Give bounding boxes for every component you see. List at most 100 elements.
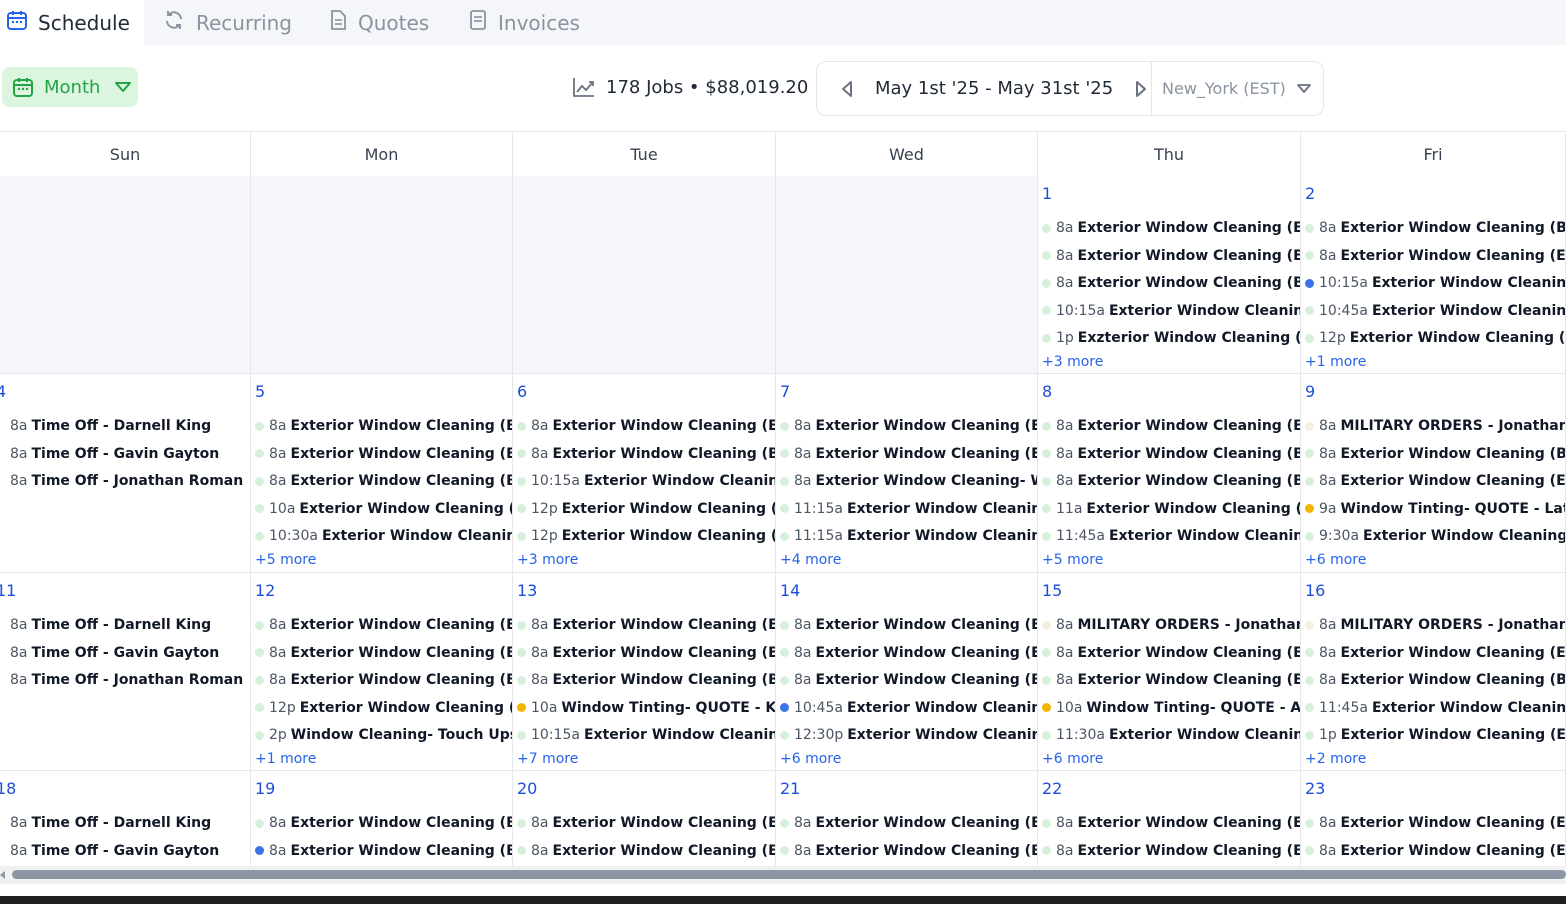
calendar-event[interactable]: 8aExterior Window Cleaning (ELITE: [1305, 471, 1565, 491]
more-events-link[interactable]: +1 more: [255, 751, 316, 767]
day-number[interactable]: 2: [1305, 184, 1315, 203]
calendar-event[interactable]: 10aWindow Tinting- QUOTE - Kelly: [517, 698, 775, 718]
timezone-select[interactable]: New_York (EST): [1151, 62, 1323, 115]
scrollbar-thumb[interactable]: [12, 870, 1566, 879]
calendar-event[interactable]: 8a MILITARY ORDERS - Jonathan: [1305, 416, 1565, 436]
calendar-event[interactable]: 8aExterior Window Cleaning (ELITE: [1305, 813, 1565, 833]
calendar-event[interactable]: 8a MILITARY ORDERS - Jonathan: [1042, 615, 1300, 635]
day-cell[interactable]: 5 8aExterior Window Cleaning (ELITE 8aExte…: [251, 374, 513, 573]
more-events-link[interactable]: +6 more: [780, 751, 841, 767]
calendar-event[interactable]: 8aExterior Window Cleaning (ELITE: [255, 643, 512, 663]
calendar-event[interactable]: 10:15aExterior Window Cleaning (: [1305, 273, 1565, 293]
calendar-event[interactable]: 1pExterior Window Cleaning (ELITE: [1305, 725, 1565, 745]
calendar-event[interactable]: 8aExterior Window Cleaning (ELITE: [1042, 416, 1300, 436]
day-number[interactable]: 19: [255, 779, 275, 798]
calendar-event[interactable]: 9:30a Exterior Window Cleaning (I: [1305, 526, 1565, 546]
calendar-event[interactable]: 8aExterior Window Cleaning (ELITE: [517, 615, 775, 635]
day-cell[interactable]: 28aExterior Window Cleaning (BASIC8aExte…: [1301, 176, 1566, 374]
calendar-event[interactable]: 8aExterior Window Cleaning (ELITE: [1042, 643, 1300, 663]
calendar-event[interactable]: 10:15aExterior Window Cleaning (: [517, 725, 775, 745]
day-cell[interactable]: 16 8a MILITARY ORDERS - Jonathan 8a Exterior…: [1301, 573, 1566, 771]
calendar-event[interactable]: 8aExterior Window Cleaning (BASIC: [255, 471, 512, 491]
calendar-event[interactable]: 12pExterior Window Cleaning (ELITE: [517, 526, 775, 546]
calendar-event[interactable]: 8aExterior Window Cleaning (ELITE: [255, 444, 512, 464]
calendar-event[interactable]: 8a Time Off - Gavin Gayton: [10, 841, 250, 861]
calendar-event[interactable]: 8aExterior Window Cleaning (ELITE: [517, 813, 775, 833]
day-number[interactable]: 4: [0, 382, 6, 401]
day-cell[interactable]: 228aExterior Window Cleaning (ELITE8aExt…: [1038, 771, 1301, 867]
calendar-event[interactable]: 8a Time Off - Gavin Gayton: [10, 444, 250, 464]
calendar-event[interactable]: 8aExterior Window Cleaning (ELITE: [780, 643, 1037, 663]
day-cell[interactable]: 23 8aExterior Window Cleaning (ELITE 8aExt…: [1301, 771, 1566, 867]
day-number[interactable]: 15: [1042, 581, 1062, 600]
tab-recurring[interactable]: Recurring: [162, 0, 292, 45]
calendar-event[interactable]: 8a MILITARY ORDERS - Jonathan: [1305, 615, 1565, 635]
calendar-event[interactable]: 8a Time Off - Gavin Gayton: [10, 643, 250, 663]
day-cell[interactable]: 11 8aTime Off - Darnell King 8aTime Off - …: [0, 573, 251, 771]
calendar-event[interactable]: 8aExterior Window Cleaning (BASIC: [1305, 444, 1565, 464]
calendar-event[interactable]: 10:30aExterior Window Cleaning (: [255, 526, 512, 546]
day-cell[interactable]: 218aExterior Window Cleaning (ELITE8aExt…: [776, 771, 1038, 867]
more-events-link[interactable]: +7 more: [517, 751, 578, 767]
calendar-event[interactable]: 8aExterior Window Cleaning (ELITE: [517, 416, 775, 436]
calendar-event[interactable]: 8a Time Off - Darnell King: [10, 416, 250, 436]
calendar-event[interactable]: 11aExterior Window Cleaning (BASIC: [1042, 499, 1300, 519]
calendar-event[interactable]: 11:15aExterior Window Cleaning (I: [780, 526, 1037, 546]
day-number[interactable]: 18: [0, 779, 16, 798]
calendar-event[interactable]: 8aExterior Window Cleaning (ELITE: [780, 416, 1037, 436]
calendar-event[interactable]: 12:30pExterior Window Cleaning (: [780, 725, 1037, 745]
day-cell[interactable]: 198aExterior Window Cleaning (ELITE8aExt…: [251, 771, 513, 867]
calendar-event[interactable]: 8a Time Off - Darnell King: [10, 615, 250, 635]
more-events-link[interactable]: +2 more: [1305, 751, 1366, 767]
day-number[interactable]: 12: [255, 581, 275, 600]
calendar-event[interactable]: 8aExterior Window Cleaning (ELITE: [255, 813, 512, 833]
day-number[interactable]: 14: [780, 581, 800, 600]
calendar-event[interactable]: 8aExterior Window Cleaning (ELITE: [1305, 643, 1565, 663]
calendar-event[interactable]: 8aExterior Window Cleaning (ELITE: [1305, 841, 1565, 861]
calendar-event[interactable]: 8aExterior Window Cleaning (ELITE: [517, 643, 775, 663]
horizontal-scrollbar[interactable]: [0, 866, 1566, 884]
day-number[interactable]: 21: [780, 779, 800, 798]
day-cell[interactable]: 9 8a MILITARY ORDERS - Jonathan 8a Exterior …: [1301, 374, 1566, 573]
view-mode-dropdown[interactable]: Month: [2, 67, 138, 107]
day-number[interactable]: 22: [1042, 779, 1062, 798]
day-cell[interactable]: 7 8aExterior Window Cleaning (ELITE 8aExte…: [776, 374, 1038, 573]
calendar-event[interactable]: 8a Time Off - Darnell King: [10, 813, 250, 833]
day-number[interactable]: 9: [1305, 382, 1315, 401]
calendar-event[interactable]: 8aExterior Window Cleaning (ELITE: [780, 444, 1037, 464]
day-number[interactable]: 23: [1305, 779, 1325, 798]
day-number[interactable]: 20: [517, 779, 537, 798]
day-cell[interactable]: 208aExterior Window Cleaning (ELITE8aExt…: [513, 771, 776, 867]
more-events-link[interactable]: +6 more: [1042, 751, 1103, 767]
calendar-event[interactable]: 10:15aExterior Window Cleaning (: [517, 471, 775, 491]
calendar-event[interactable]: 10:45aExterior Window Cleaning (: [780, 698, 1037, 718]
calendar-event[interactable]: 8aExterior Window Cleaning (BASIC: [1042, 273, 1300, 293]
prev-month-button[interactable]: [833, 75, 861, 103]
calendar-event[interactable]: 9aWindow Tinting- QUOTE - Latoya: [1305, 499, 1565, 519]
day-cell[interactable]: 14 8aExterior Window Cleaning (ELITE 8aExt…: [776, 573, 1038, 771]
calendar-event[interactable]: 8aExterior Window Cleaning (ELITE: [1042, 841, 1300, 861]
day-number[interactable]: 13: [517, 581, 537, 600]
calendar-event[interactable]: 12pExterior Window Cleaning (ELITE: [517, 499, 775, 519]
day-cell[interactable]: 68aExterior Window Cleaning (ELITE8aExte…: [513, 374, 776, 573]
calendar-event[interactable]: 8aExterior Window Cleaning (ELITE: [1042, 246, 1300, 266]
calendar-event[interactable]: 8a Exterior Window Cleaning- Wa: [780, 471, 1037, 491]
day-cell[interactable]: 1 8aExterior Window Cleaning (ELITE 8aExte…: [1038, 176, 1301, 374]
day-number[interactable]: 6: [517, 382, 527, 401]
calendar-event[interactable]: 11:45aExterior Window Cleaning (: [1305, 698, 1565, 718]
tab-quotes[interactable]: Quotes: [328, 0, 429, 45]
calendar-event[interactable]: 8aExterior Window Cleaning (BASIC: [517, 670, 775, 690]
tab-invoices[interactable]: Invoices: [468, 0, 580, 45]
day-cell[interactable]: 48aTime Off - Darnell King 8aTime Off - G…: [0, 374, 251, 573]
calendar-event[interactable]: 8aExterior Window Cleaning (BASIC: [1305, 218, 1565, 238]
day-number[interactable]: 16: [1305, 581, 1325, 600]
day-number[interactable]: 7: [780, 382, 790, 401]
day-cell[interactable]: 128aExterior Window Cleaning (ELITE8aExt…: [251, 573, 513, 771]
calendar-event[interactable]: 8aExterior Window Cleaning (ELITE: [780, 615, 1037, 635]
day-number[interactable]: 8: [1042, 382, 1052, 401]
calendar-event[interactable]: 10:15aExterior Window Cleaning (: [1042, 301, 1300, 321]
calendar-event[interactable]: 10:45aExterior Window Cleaning (: [1305, 301, 1565, 321]
day-number[interactable]: 5: [255, 382, 265, 401]
day-number[interactable]: 1: [1042, 184, 1052, 203]
day-number[interactable]: 11: [0, 581, 16, 600]
